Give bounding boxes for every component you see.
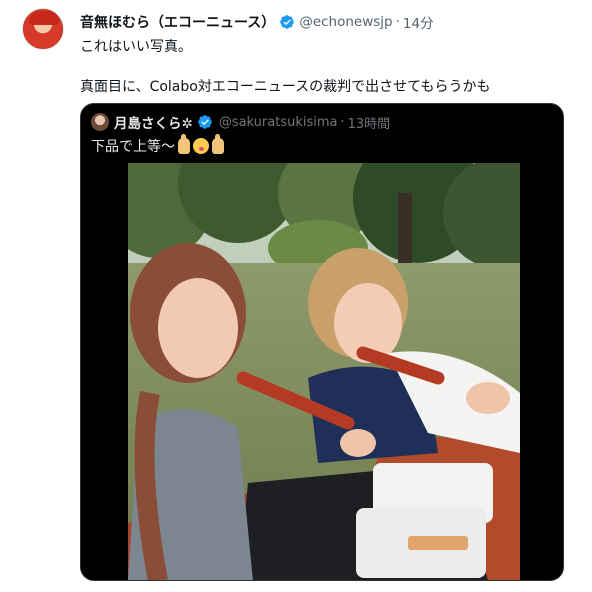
quoted-tweet-timestamp[interactable]: 13時間 <box>348 113 391 132</box>
photo-image <box>128 163 520 580</box>
verified-badge-icon <box>197 115 212 129</box>
quoted-author-display-name[interactable]: 月島さくら✲ <box>114 112 193 132</box>
author-avatar[interactable] <box>22 8 64 50</box>
quoted-tweet-text-content: 下品で上等〜 <box>91 139 175 155</box>
tweet-text-line-2: 真面目に、Colabo対エコーニュースの裁判で出させてもらうかも <box>80 79 491 95</box>
quoted-tweet-card[interactable]: 月島さくら✲ @sakuratsukisima · 13時間 下品で上等〜 <box>80 103 564 581</box>
tweet-text-line-1: これはいい写真。 <box>80 39 192 55</box>
tweet[interactable]: 音無ほむら（エコーニュース） @echonewsjp · 14分 これはいい写真… <box>0 0 592 592</box>
quoted-tweet-photo[interactable] <box>128 163 520 580</box>
quoted-author-handle[interactable]: @sakuratsukisima <box>219 115 338 130</box>
quoted-tweet-text: 下品で上等〜 <box>91 134 224 156</box>
quoted-author-avatar[interactable] <box>91 113 109 131</box>
hand-emoji-icon <box>212 134 224 154</box>
tweet-timestamp[interactable]: 14分 <box>403 12 434 32</box>
author-display-name[interactable]: 音無ほむら（エコーニュース） <box>80 12 275 32</box>
verified-badge-icon <box>280 15 295 29</box>
kissing-face-emoji-icon <box>193 138 209 154</box>
tweet-header: 音無ほむら（エコーニュース） @echonewsjp · 14分 <box>80 12 434 32</box>
author-handle[interactable]: @echonewsjp <box>299 14 392 30</box>
separator-dot: · <box>395 14 400 30</box>
separator-dot: · <box>340 114 345 130</box>
quoted-tweet-header: 月島さくら✲ @sakuratsukisima · 13時間 <box>91 112 390 132</box>
hand-emoji-icon <box>178 134 190 154</box>
